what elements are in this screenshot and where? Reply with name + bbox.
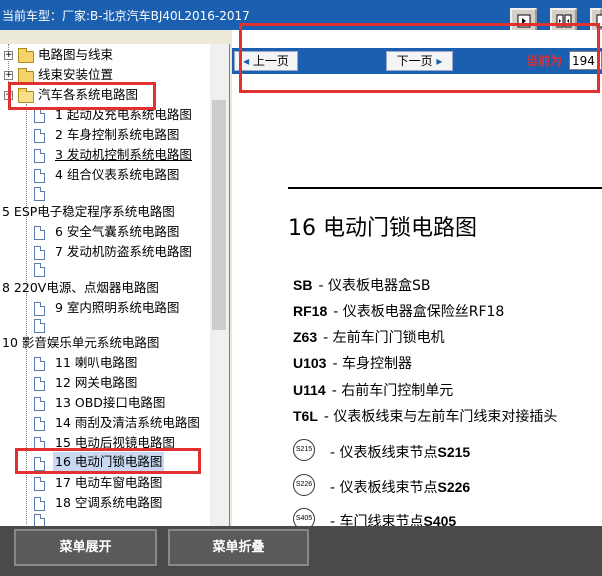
document-icon — [34, 187, 45, 201]
tree-item[interactable]: 13 OBD接口电路图 — [55, 393, 165, 413]
component-line: U114- 右前车门控制单元 — [293, 382, 454, 399]
tree-folder-wiring[interactable]: 电路图与线束 — [38, 45, 113, 65]
tree-item[interactable]: 4 组合仪表系统电路图 — [55, 165, 179, 185]
document-icon — [34, 169, 45, 183]
tree-item[interactable]: 7 发动机防盗系统电路图 — [55, 242, 192, 262]
document-icon — [34, 129, 45, 143]
document-icon — [34, 319, 45, 333]
tree-group-label[interactable]: 8 220V电源、点烟器电路图 — [2, 278, 159, 298]
document-icon — [34, 497, 45, 511]
document-icon — [34, 417, 45, 431]
tree-item[interactable]: 2 车身控制系统电路图 — [55, 125, 179, 145]
tree-item[interactable]: 9 室内照明系统电路图 — [55, 298, 179, 318]
document-icon — [34, 246, 45, 260]
document-title: 16 电动门锁电路图 — [288, 216, 477, 241]
folder-icon — [18, 48, 34, 63]
document-icon — [34, 226, 45, 240]
document-icon — [34, 149, 45, 163]
tree-item[interactable]: 6 安全气囊系统电路图 — [55, 222, 179, 242]
vehicle-model-text: 当前车型：厂家:B-北京汽车BJ40L2016-2017 — [2, 9, 250, 23]
tree-group-label[interactable]: 5 ESP电子稳定程序系统电路图 — [2, 202, 175, 222]
document-icon — [34, 357, 45, 371]
expand-icon[interactable]: + — [4, 51, 13, 60]
document-icon — [34, 302, 45, 316]
component-line: U103- 车身控制器 — [293, 355, 412, 372]
node-line: - 仪表板线束节点S215 — [330, 444, 471, 461]
expand-icon[interactable]: + — [4, 71, 13, 80]
document-icon — [34, 397, 45, 411]
annotation-box-nav — [239, 23, 600, 93]
page-divider — [288, 187, 602, 189]
document-icon — [34, 514, 45, 526]
expand-menu-button[interactable]: 菜单展开 — [14, 529, 157, 566]
node-line: - 仪表板线束节点S226 — [330, 479, 471, 496]
document-icon — [34, 477, 45, 491]
annotation-box-folder — [8, 82, 156, 110]
tree-item[interactable]: 17 电动车窗电路图 — [55, 473, 162, 493]
tree-item[interactable]: 12 网关电路图 — [55, 373, 137, 393]
tree-group-label[interactable]: 10 影音娱乐单元系统电路图 — [2, 333, 159, 353]
document-icon — [34, 109, 45, 123]
document-icon — [34, 377, 45, 391]
component-line: T6L - 仪表板线束与左前车门线束对接插头 — [293, 408, 558, 425]
tree-item[interactable]: 3 发动机控制系统电路图 — [55, 145, 192, 165]
collapse-menu-button[interactable]: 菜单折叠 — [168, 529, 309, 566]
tree-item[interactable]: 18 空调系统电路图 — [55, 493, 162, 513]
tree-scrollbar-thumb[interactable] — [212, 100, 226, 330]
component-line: Z63- 左前车门门锁电机 — [293, 329, 445, 346]
annotation-box-item — [15, 448, 201, 474]
component-line: RF18- 仪表板电器盒保险丝RF18 — [293, 303, 505, 320]
splice-node-icon: S226 — [293, 474, 315, 496]
splice-node-icon: S215 — [293, 439, 315, 461]
tree-item[interactable]: 14 雨刮及清洁系统电路图 — [55, 413, 200, 433]
document-icon — [34, 263, 45, 277]
tree-item[interactable]: 11 喇叭电路图 — [55, 353, 137, 373]
component-line: SB - 仪表板电器盒SB — [293, 277, 431, 294]
